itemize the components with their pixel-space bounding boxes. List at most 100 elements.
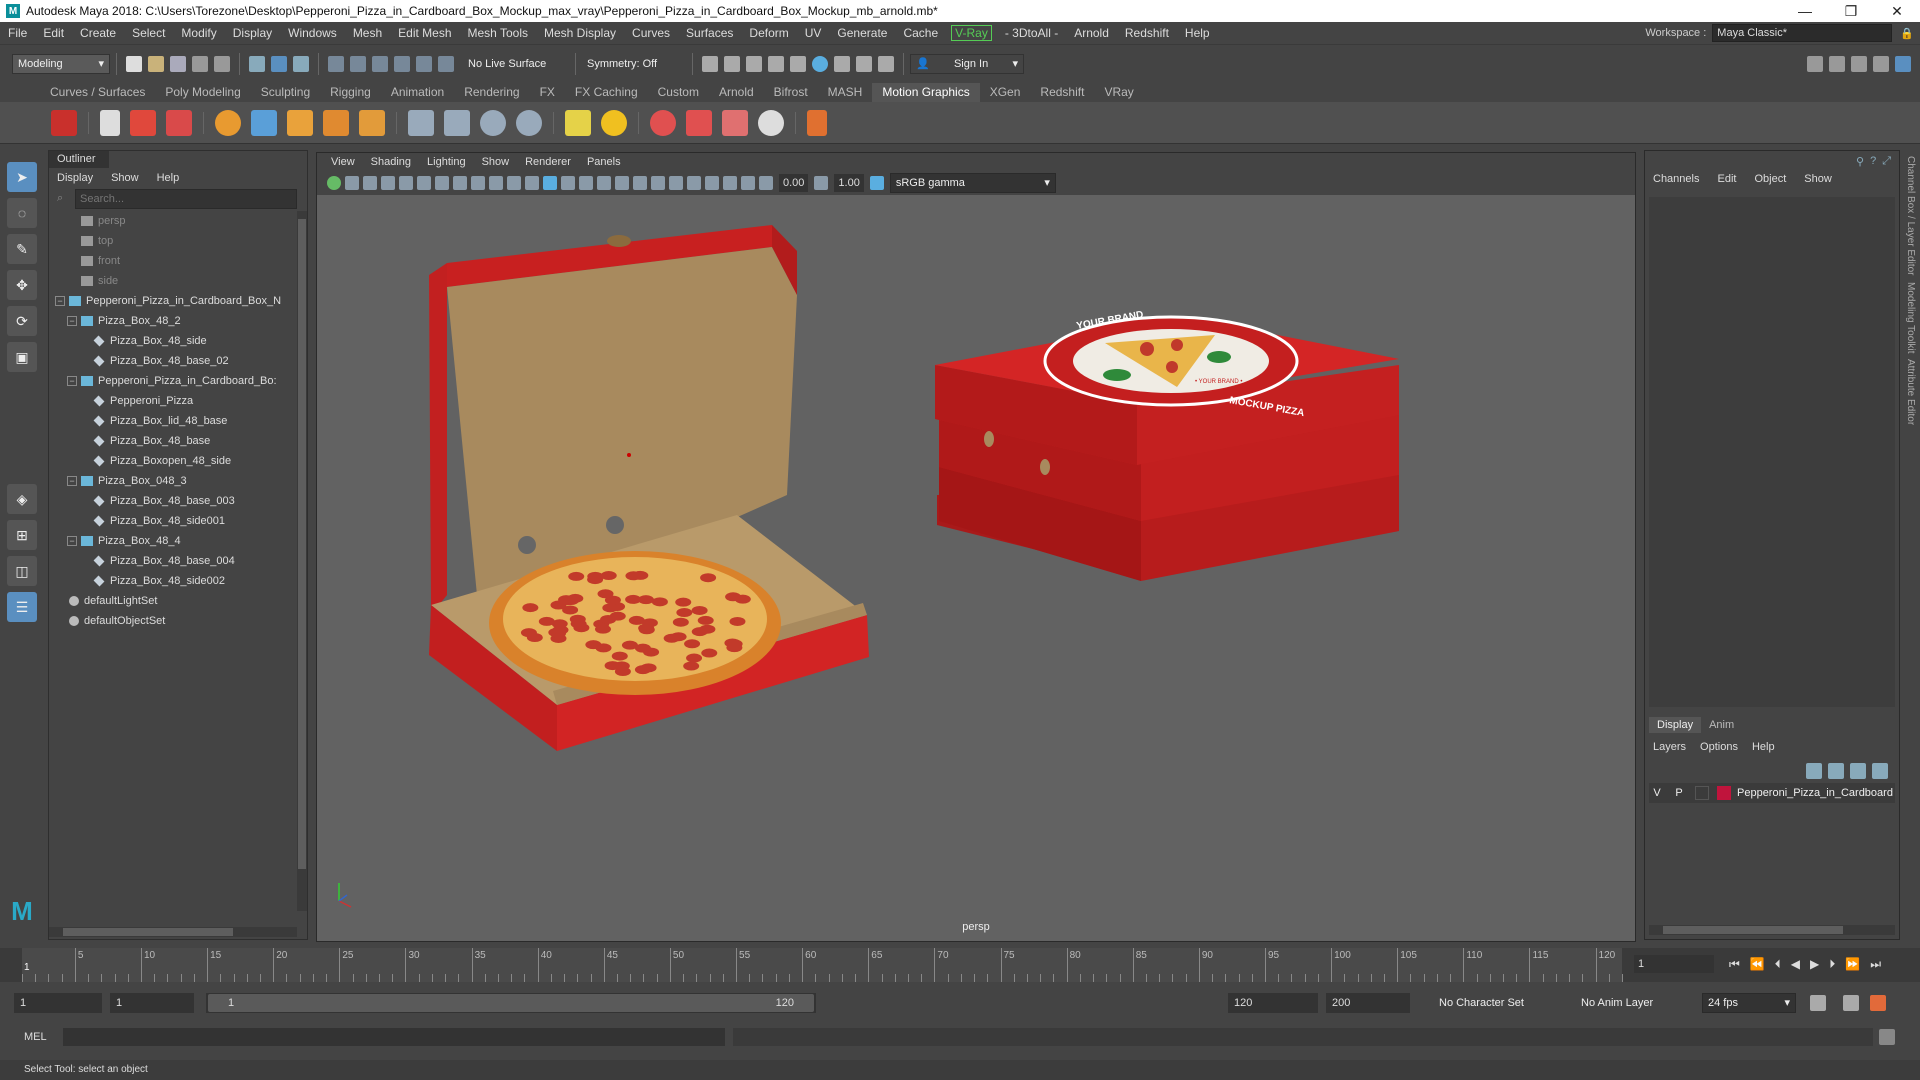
shelf-tab-rendering[interactable]: Rendering <box>454 83 529 102</box>
menu-edit-mesh[interactable]: Edit Mesh <box>390 26 459 40</box>
command-language-label[interactable]: MEL <box>24 1031 47 1043</box>
sphere-icon[interactable] <box>215 109 241 136</box>
hypershade-icon[interactable] <box>790 55 806 72</box>
color-space-dropdown[interactable]: sRGB gamma ▾ <box>889 173 1056 193</box>
outliner-item[interactable]: − Pepperoni_Pizza_in_Cardboard_Box_N <box>55 291 295 311</box>
burst-icon[interactable] <box>758 109 784 136</box>
undo-icon[interactable] <box>192 55 208 72</box>
render-icon[interactable] <box>702 55 718 72</box>
select-tool-icon[interactable]: ➤ <box>7 162 37 192</box>
outliner-item[interactable]: − Pizza_Box_048_3 <box>55 471 295 491</box>
sign-in-dropdown[interactable]: 👤 Sign In ▾ <box>910 53 1024 74</box>
menu-help[interactable]: Help <box>1177 26 1218 40</box>
stacked-pizza-boxes[interactable]: YOUR BRAND MOCKUP PIZZA • YOUR BRAND • <box>935 309 1399 581</box>
layer-visibility-toggle[interactable]: V <box>1649 787 1665 799</box>
menu-file[interactable]: File <box>0 26 35 40</box>
channels-menu[interactable]: Channels <box>1653 173 1699 197</box>
menu-vray[interactable]: V-Ray <box>951 25 992 41</box>
menu-mesh-display[interactable]: Mesh Display <box>536 26 624 40</box>
auto-key-icon[interactable] <box>1843 995 1859 1011</box>
fps-dropdown[interactable]: 24 fps ▾ <box>1702 993 1796 1013</box>
resolution-gate-icon[interactable] <box>435 176 449 190</box>
move-tool-icon[interactable]: ✥ <box>7 270 37 300</box>
options-menu[interactable]: Options <box>1700 741 1738 753</box>
layer-tab-display[interactable]: Display <box>1649 717 1702 733</box>
viewport-menu-renderer[interactable]: Renderer <box>525 156 571 168</box>
menu-mesh-tools[interactable]: Mesh Tools <box>460 26 536 40</box>
toggle-channel-box-icon[interactable] <box>1895 55 1911 72</box>
rotate-tool-icon[interactable]: ⟳ <box>7 306 37 336</box>
outliner-menu-help[interactable]: Help <box>157 172 180 184</box>
shelf-tab-poly-modeling[interactable]: Poly Modeling <box>155 83 250 102</box>
motion-blur-icon[interactable] <box>651 176 665 190</box>
workspace-dropdown[interactable]: Maya Classic* <box>1712 24 1893 42</box>
step-back-frame-icon[interactable]: ⏴ <box>1775 957 1781 972</box>
menu-modify[interactable]: Modify <box>173 26 224 40</box>
open-pizza-box[interactable] <box>429 225 869 751</box>
step-forward-key-icon[interactable]: ⏩ <box>1845 957 1860 971</box>
menu-deform[interactable]: Deform <box>741 26 796 40</box>
shelf-tab-custom[interactable]: Custom <box>648 83 709 102</box>
shelf-tab-bifrost[interactable]: Bifrost <box>764 83 818 102</box>
outliner-item[interactable]: Pizza_Box_48_base_004 <box>55 551 295 571</box>
animation-end-field[interactable]: 200 <box>1326 993 1410 1013</box>
range-slider[interactable]: 1 120 <box>206 993 816 1013</box>
channel-box-area[interactable] <box>1649 197 1895 707</box>
xray-joints-icon[interactable] <box>723 176 737 190</box>
viewport-menu-lighting[interactable]: Lighting <box>427 156 466 168</box>
play-forwards-icon[interactable]: ▶ <box>1810 957 1819 971</box>
render-sequence-icon[interactable] <box>724 55 740 72</box>
outliner-vertical-scrollbar[interactable] <box>297 211 307 911</box>
single-perspective-layout-icon[interactable]: ◈ <box>7 484 37 514</box>
live-surface-field[interactable]: No Live Surface <box>463 53 569 74</box>
menu-set-dropdown[interactable]: Modeling ▾ <box>12 53 110 74</box>
expand-toggle-icon[interactable]: − <box>67 376 77 386</box>
outliner-item[interactable]: side <box>55 271 295 291</box>
outliner-menu-display[interactable]: Display <box>57 172 93 184</box>
textured-icon[interactable] <box>579 176 593 190</box>
menu-mesh[interactable]: Mesh <box>345 26 390 40</box>
viewport-scene[interactable]: YOUR BRAND MOCKUP PIZZA • YOUR BRAND • <box>317 195 1636 941</box>
toggle-tool-settings-icon[interactable] <box>1873 55 1889 72</box>
symmetry-dropdown[interactable]: Symmetry: Off <box>582 53 686 74</box>
svg-icon[interactable] <box>323 109 349 136</box>
gamma-icon[interactable] <box>814 176 829 190</box>
plus-icon[interactable] <box>807 109 827 136</box>
outliner-menu-show[interactable]: Show <box>111 172 139 184</box>
time-ruler[interactable]: 1 5 10 15 20 25 30 35 40 45 50 55 60 65 70 75 80 85 90 95 1… <box>22 948 1623 982</box>
toggle-human-ik-icon[interactable] <box>1829 55 1845 72</box>
gear-icon[interactable] <box>650 109 676 136</box>
arc-icon[interactable] <box>516 109 542 136</box>
shelf-tab-rigging[interactable]: Rigging <box>320 83 381 102</box>
snap-curve-icon[interactable] <box>350 55 366 72</box>
step-back-key-icon[interactable]: ⏪ <box>1750 957 1765 971</box>
wrap-icon[interactable] <box>480 109 506 136</box>
character-set-dropdown[interactable]: No Character Set <box>1434 993 1564 1013</box>
redo-icon[interactable] <box>214 55 230 72</box>
outliner-search-input[interactable] <box>75 189 297 209</box>
playback-start-field[interactable]: 1 <box>110 993 194 1013</box>
menu-edit[interactable]: Edit <box>35 26 72 40</box>
toggle-attribute-editor-icon[interactable] <box>1851 55 1867 72</box>
anti-aliasing-icon[interactable] <box>669 176 683 190</box>
smooth-shade-icon[interactable] <box>543 176 557 190</box>
list-icon[interactable] <box>100 109 120 136</box>
select-hierarchy-icon[interactable] <box>249 55 265 72</box>
layer-name[interactable]: Pepperoni_Pizza_in_Cardboard <box>1737 787 1893 799</box>
pause-icon[interactable] <box>878 55 894 72</box>
help-icon[interactable]: ? <box>1870 155 1876 168</box>
script-editor-icon[interactable] <box>1878 1029 1895 1045</box>
expand-icon[interactable]: ⤢ <box>1882 155 1891 168</box>
outliner-item[interactable]: Pizza_Box_48_base <box>55 431 295 451</box>
shelf-tab-vray[interactable]: VRay <box>1094 83 1143 102</box>
menu-cache[interactable]: Cache <box>895 26 946 40</box>
snap-grid-icon[interactable] <box>328 55 344 72</box>
text-icon[interactable] <box>287 109 313 136</box>
outliner-item[interactable]: Pizza_Box_48_side001 <box>55 511 295 531</box>
render-view-icon[interactable] <box>746 55 762 72</box>
outliner-horizontal-scrollbar[interactable] <box>49 927 297 937</box>
menu-curves[interactable]: Curves <box>624 26 678 40</box>
anim-layer-dropdown[interactable]: No Anim Layer <box>1576 993 1686 1013</box>
shelf-tab-mash[interactable]: MASH <box>818 83 873 102</box>
side-tab-attribute-editor[interactable]: Attribute Editor <box>1905 359 1916 425</box>
